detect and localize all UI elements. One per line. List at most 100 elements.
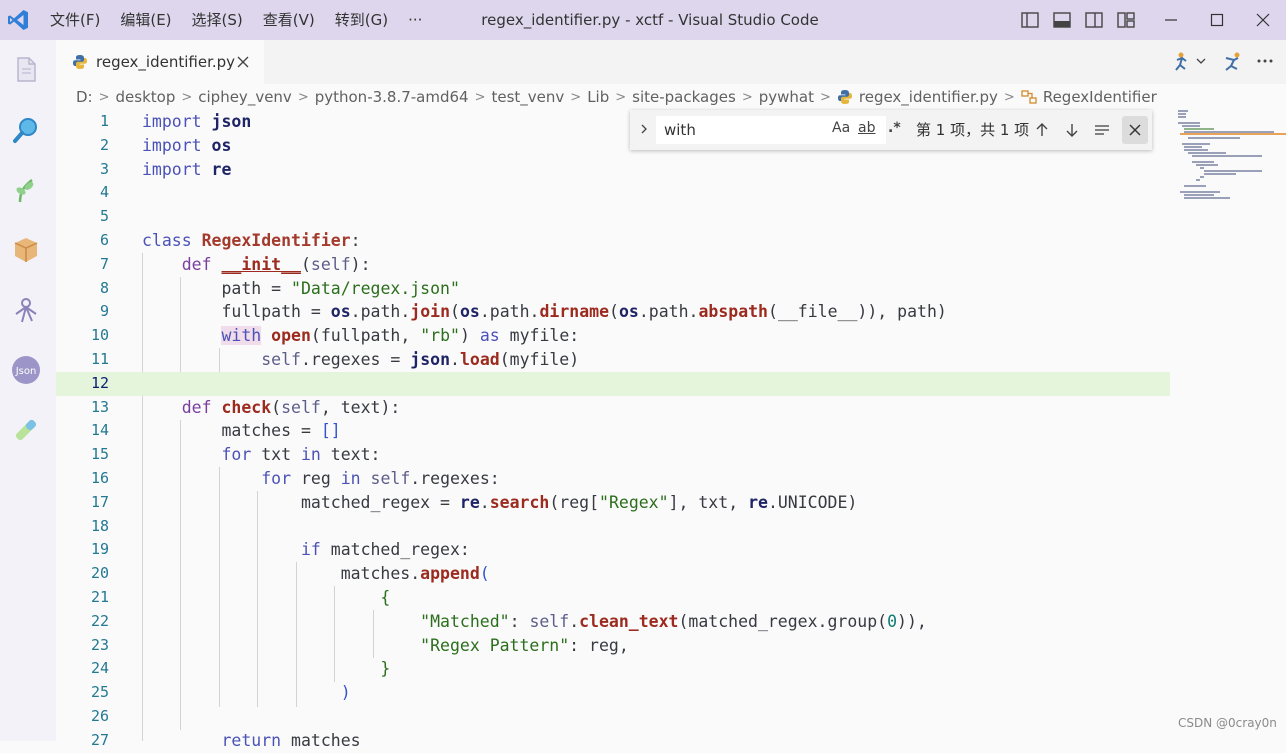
close-find-button[interactable]: [1122, 116, 1148, 144]
breadcrumb-item[interactable]: RegexIdentifier: [1043, 88, 1157, 106]
code-line-current[interactable]: 12: [56, 371, 1170, 396]
explorer-icon[interactable]: [10, 54, 42, 86]
line-number: 7: [99, 254, 109, 273]
find-widget: with Aa ab .* 第 1 项，共 1 项: [630, 110, 1152, 150]
layout-panel-icon[interactable]: [1052, 10, 1072, 30]
minimap[interactable]: [1170, 110, 1286, 741]
chevron-right-icon: >: [474, 89, 486, 105]
line-code: fullpath = os.path.join(os.path.dirname(…: [221, 302, 947, 322]
tab-close-icon[interactable]: [236, 55, 250, 69]
line-number: 13: [90, 397, 109, 416]
match-whole-word-toggle[interactable]: ab: [858, 120, 875, 136]
code-line[interactable]: 9 fullpath = os.path.join(os.path.dirnam…: [56, 300, 1170, 324]
code-line[interactable]: 26: [56, 705, 1170, 729]
close-window-button[interactable]: [1240, 0, 1286, 40]
code-line[interactable]: 11 self.regexes = json.load(myfile): [56, 348, 1170, 372]
line-number: 14: [90, 421, 109, 440]
chevron-right-icon: >: [98, 89, 110, 105]
layout-sidebar-left-icon[interactable]: [1020, 10, 1040, 30]
python-file-icon: [837, 90, 852, 104]
more-actions-icon[interactable]: [1254, 50, 1276, 72]
breadcrumb-item[interactable]: Lib: [587, 88, 609, 106]
code-line[interactable]: 16 for reg in self.regexes:: [56, 467, 1170, 491]
code-line[interactable]: 6 class RegexIdentifier:: [56, 229, 1170, 253]
line-number: 9: [99, 302, 109, 321]
find-result-count: 第 1 项，共 1 项: [916, 121, 1030, 139]
previous-match-icon[interactable]: [1032, 120, 1052, 140]
chevron-right-icon: >: [297, 89, 309, 105]
line-number: 2: [99, 135, 109, 154]
breadcrumb-item[interactable]: D:: [76, 88, 93, 106]
line-number: 26: [90, 707, 109, 725]
title-bar: 文件(F) 编辑(E) 选择(S) 查看(V) 转到(G) ··· regex_…: [0, 0, 1286, 40]
minimize-button[interactable]: [1148, 0, 1194, 40]
code-line[interactable]: 19 if matched_regex:: [56, 538, 1170, 562]
code-line[interactable]: 3 import re: [56, 158, 1170, 182]
chevron-right-icon: >: [615, 89, 627, 105]
code-line[interactable]: 7 def __init__(self):: [56, 253, 1170, 277]
code-line[interactable]: 14 matches = []: [56, 419, 1170, 443]
breadcrumb-item[interactable]: regex_identifier.py: [859, 88, 998, 106]
line-number: 8: [99, 278, 109, 297]
line-code: "Regex Pattern": reg,: [420, 635, 629, 655]
line-number: 12: [90, 373, 109, 392]
chevron-down-icon[interactable]: [1194, 50, 1208, 72]
code-line[interactable]: 15 for txt in text:: [56, 443, 1170, 467]
search-match: with: [221, 326, 262, 346]
source-control-icon[interactable]: [10, 174, 42, 206]
breadcrumb-item[interactable]: pywhat: [759, 88, 814, 106]
code-editor[interactable]: 1 import json 2 import os 3 import re 4 5 6…: [56, 110, 1170, 750]
line-number: 4: [99, 183, 109, 202]
code-line[interactable]: 4: [56, 181, 1170, 205]
line-code: {: [380, 588, 391, 607]
line-number: 21: [90, 588, 109, 606]
find-input-value: with: [664, 121, 696, 139]
breadcrumb-item[interactable]: python-3.8.7-amd64: [315, 88, 469, 106]
code-line[interactable]: 17 matched_regex = re.search(reg["Regex"…: [56, 491, 1170, 515]
code-line[interactable]: 24 }: [56, 657, 1170, 681]
code-line[interactable]: 22 "Matched": self.clean_text(matched_re…: [56, 610, 1170, 634]
tab-regex-identifier[interactable]: regex_identifier.py: [56, 40, 264, 84]
extensions-icon[interactable]: [10, 234, 42, 266]
code-line[interactable]: 25 ): [56, 681, 1170, 705]
toggle-replace-chevron-icon[interactable]: [638, 123, 650, 135]
use-regex-toggle[interactable]: .*: [888, 120, 901, 136]
line-code: if matched_regex:: [300, 540, 470, 560]
match-case-toggle[interactable]: Aa: [832, 120, 850, 136]
close-icon: [1256, 13, 1270, 27]
run-python-icon[interactable]: [1172, 50, 1194, 72]
testing-icon[interactable]: [10, 414, 42, 446]
code-line[interactable]: 20 matches.append(: [56, 562, 1170, 586]
find-input[interactable]: with: [656, 116, 886, 144]
breadcrumb-item[interactable]: desktop: [116, 88, 176, 106]
code-line[interactable]: 23 "Regex Pattern": reg,: [56, 634, 1170, 658]
code-line[interactable]: 8 path = "Data/regex.json": [56, 277, 1170, 301]
layout-custom-icon[interactable]: [1116, 10, 1136, 30]
line-number: 20: [90, 564, 109, 583]
code-line[interactable]: 18: [56, 515, 1170, 539]
code-line[interactable]: 13 def check(self, text):: [56, 396, 1170, 420]
code-line[interactable]: 10 with open(fullpath, "rb") as myfile:: [56, 324, 1170, 348]
search-icon[interactable]: [10, 114, 42, 146]
layout-sidebar-right-icon[interactable]: [1084, 10, 1104, 30]
next-match-icon[interactable]: [1062, 120, 1082, 140]
line-code: path = "Data/regex.json": [221, 278, 460, 298]
find-in-selection-icon[interactable]: [1092, 120, 1112, 140]
line-number: 25: [90, 683, 109, 702]
chevron-right-icon: >: [819, 89, 831, 105]
maximize-button[interactable]: [1194, 0, 1240, 40]
line-code: import json: [142, 112, 252, 131]
json-icon[interactable]: Json: [10, 354, 42, 386]
line-number: 24: [90, 659, 109, 678]
breadcrumb-item[interactable]: ciphey_venv: [198, 88, 292, 106]
line-code: matches.append(: [340, 564, 490, 584]
code-line[interactable]: 21 {: [56, 586, 1170, 610]
debug-python-icon[interactable]: [1222, 50, 1244, 72]
line-code: with open(fullpath, "rb") as myfile:: [221, 326, 580, 346]
breadcrumb-item[interactable]: test_venv: [492, 88, 565, 106]
svg-text:Json: Json: [15, 366, 37, 377]
line-number: 10: [90, 326, 109, 345]
run-debug-icon[interactable]: [10, 294, 42, 326]
code-line[interactable]: 5: [56, 205, 1170, 229]
breadcrumb-item[interactable]: site-packages: [632, 88, 736, 106]
